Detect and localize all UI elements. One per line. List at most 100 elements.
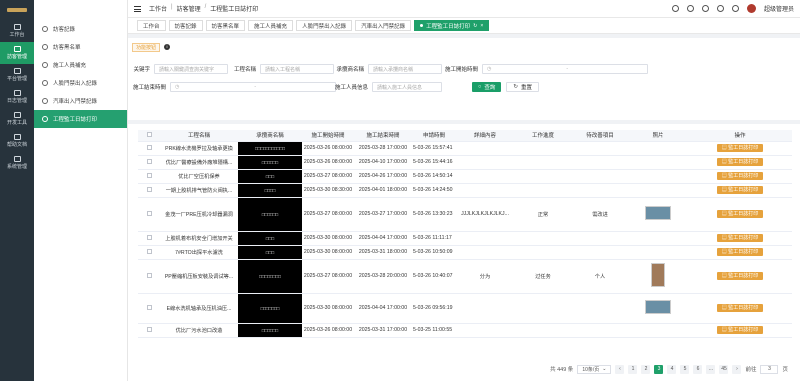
row-checkbox[interactable] <box>146 186 152 192</box>
row-checkbox[interactable] <box>146 210 152 216</box>
row-checkbox[interactable] <box>146 158 152 164</box>
rail-item[interactable]: 日志管理 <box>0 86 34 108</box>
print-log-label: 監工日誌打印 <box>728 327 759 333</box>
print-log-button[interactable]: ▤ 監工日誌打印 <box>717 144 763 152</box>
github-icon[interactable] <box>686 5 694 12</box>
menu-toggle-icon[interactable] <box>134 5 141 12</box>
rail-item[interactable]: 帮助文档 <box>0 130 34 152</box>
row-checkbox[interactable] <box>146 326 152 332</box>
next-page-button[interactable]: › <box>732 364 742 374</box>
page-button[interactable]: 5 <box>680 364 690 374</box>
search-icon[interactable] <box>671 5 679 12</box>
page-button[interactable]: 1 <box>628 364 638 374</box>
select-all-checkbox[interactable] <box>146 131 152 137</box>
submenu-item[interactable]: 汽車出入門禁記錄 <box>34 92 127 110</box>
avatar[interactable] <box>746 4 756 13</box>
detail <box>456 169 514 184</box>
goto-input[interactable]: 3 <box>760 364 779 374</box>
print-log-button[interactable]: ▤ 監工日誌打印 <box>717 248 763 256</box>
row-checkbox[interactable] <box>146 272 152 278</box>
tab-item[interactable]: 汽車出入門禁記錄 <box>355 20 412 31</box>
photo-thumbnail[interactable] <box>645 206 671 220</box>
improvement <box>572 245 628 260</box>
user-name[interactable]: 超级管理员 <box>764 4 794 13</box>
print-log-button[interactable]: ▤ 監工日誌打印 <box>717 186 763 194</box>
row-checkbox[interactable] <box>146 248 152 254</box>
table-row[interactable]: 优比厂空压机保养 □□□ 2025-03-27 08:00:00 2025-04-26… <box>138 169 792 184</box>
worker-input[interactable]: 請輸入施工人員信息 <box>372 82 442 92</box>
print-log-button[interactable]: ▤ 監工日誌打印 <box>717 158 763 166</box>
table-row[interactable]: 金茂一厂PRE压机冷却器漏洞 □□□□□□ 2025-03-27 08:00:00 2… <box>138 197 792 232</box>
search-button[interactable]: ○ 查詢 <box>472 82 502 92</box>
close-icon[interactable]: × <box>480 23 483 29</box>
tab-item[interactable]: 人臉門禁出入記錄 <box>296 20 353 31</box>
project-input[interactable]: 請輸入工程名稱 <box>260 64 334 74</box>
print-log-button[interactable]: ▤ 監工日誌打印 <box>717 304 763 312</box>
row-checkbox[interactable] <box>146 144 152 150</box>
submenu-item[interactable]: 人臉門禁出入記錄 <box>34 74 127 92</box>
print-log-button[interactable]: ▤ 監工日誌打印 <box>717 234 763 242</box>
page-button[interactable]: 45 <box>719 364 729 374</box>
print-log-button[interactable]: ▤ 監工日誌打印 <box>717 210 763 218</box>
prev-page-button[interactable]: ‹ <box>615 364 625 374</box>
table-row[interactable]: 优比厂醫療設備外廠堆隱構... □□□□□□ 2025-03-26 08:00:00… <box>138 155 792 170</box>
start-time-range[interactable]: ◷ - <box>482 64 648 74</box>
photo-thumbnail[interactable] <box>645 300 671 314</box>
start-time: 2025-03-27 08:00:00 <box>302 259 354 294</box>
table-row[interactable]: PP壓縮机压板安裝及调试等... □□□□□□□□ 2025-03-27 08:00… <box>138 259 792 294</box>
tab-item[interactable]: 工程監工日誌打印 ↻ × <box>414 20 490 31</box>
table-row[interactable]: 上胶机着布机安全门增加开关 □□□ 2025-03-30 08:00:00 2025-… <box>138 231 792 246</box>
submenu-item-label: 訪客黑名單 <box>53 45 81 51</box>
row-checkbox[interactable] <box>146 304 152 310</box>
table-row[interactable]: PRK線水洗機罗拉及轴承更換 □□□□□□□□□□□ 2025-03-26 08:0… <box>138 141 792 156</box>
tab-item[interactable]: 訪客記錄 <box>168 20 203 31</box>
tab-item[interactable]: 施工人員補充 <box>248 20 294 31</box>
page-button[interactable]: 2 <box>641 364 651 374</box>
keyword-input[interactable]: 請輸入關鍵詞查詢关键字 <box>154 64 228 74</box>
tab-item[interactable]: 工作台 <box>137 20 166 31</box>
vendor-name: □□□ <box>238 231 302 246</box>
table-row[interactable]: E線水洗机轴承及压机油压... □□□□□□□ 2025-03-30 08:00:0… <box>138 293 792 324</box>
page-button[interactable]: 3 <box>654 364 664 374</box>
breadcrumb-item[interactable]: 訪客管理 <box>177 4 201 13</box>
photo-thumbnail[interactable] <box>651 263 665 287</box>
reset-button[interactable]: ↻ 重置 <box>506 82 539 92</box>
print-log-button[interactable]: ▤ 監工日誌打印 <box>717 172 763 180</box>
table-row[interactable]: 7#RTO出探平水濾洗 □□□ 2025-03-30 08:00:00 2025-03… <box>138 245 792 260</box>
rail-item[interactable]: 訪客管理 <box>0 42 34 64</box>
refresh-icon[interactable]: ↻ <box>473 23 477 29</box>
help-icon[interactable] <box>701 5 709 12</box>
page-size-value: 10条/页 <box>582 366 600 373</box>
column-header: 施工結束時間 <box>354 130 412 142</box>
submenu-item[interactable]: 訪客記錄 <box>34 20 127 38</box>
submenu-item[interactable]: 工程監工日誌打印 <box>34 110 127 128</box>
page-button[interactable]: 4 <box>667 364 677 374</box>
table-row[interactable]: 优比厂污水池口改造 □□□□□□ 2025-03-26 08:00:00 2025-0… <box>138 323 792 338</box>
rail-item[interactable]: 平台管理 <box>0 64 34 86</box>
submenu-item[interactable]: 施工人員補充 <box>34 56 127 74</box>
row-checkbox[interactable] <box>146 234 152 240</box>
print-log-button[interactable]: ▤ 監工日誌打印 <box>717 326 763 334</box>
rail-item[interactable]: 工作台 <box>0 20 34 42</box>
vendor-input[interactable]: 請輸入承攬商名稱 <box>368 64 442 74</box>
function-button[interactable]: 功能按钮 <box>132 43 161 52</box>
fullscreen-icon[interactable] <box>716 5 724 12</box>
rail-item[interactable]: 开发工具 <box>0 108 34 130</box>
table-row[interactable]: 一期上胶机排气管防火阀执... □□□□ 2025-03-30 08:30:00 20… <box>138 183 792 198</box>
submenu-item[interactable]: 訪客黑名單 <box>34 38 127 56</box>
search-icon: ○ <box>478 84 482 90</box>
breadcrumb-item[interactable]: 工作台 <box>149 4 167 13</box>
breadcrumb: 工作台 | 訪客管理 / 工程監工日誌打印 <box>149 4 259 13</box>
page-button[interactable]: ... <box>706 364 716 374</box>
page-button[interactable]: 6 <box>693 364 703 374</box>
rail-item[interactable]: 系统管理 <box>0 152 34 174</box>
font-size-icon[interactable] <box>731 5 739 12</box>
end-time-range[interactable]: ◷ - <box>170 82 336 92</box>
info-icon[interactable]: i <box>164 44 170 50</box>
action-cell: ▤ 監工日誌打印 <box>688 155 792 170</box>
page-size-select[interactable]: 10条/页 ⌄ <box>577 364 612 374</box>
print-log-button[interactable]: ▤ 監工日誌打印 <box>717 272 763 280</box>
tab-item[interactable]: 訪客黑名單 <box>205 20 246 31</box>
active-dot-icon <box>420 24 424 27</box>
row-checkbox[interactable] <box>146 172 152 178</box>
